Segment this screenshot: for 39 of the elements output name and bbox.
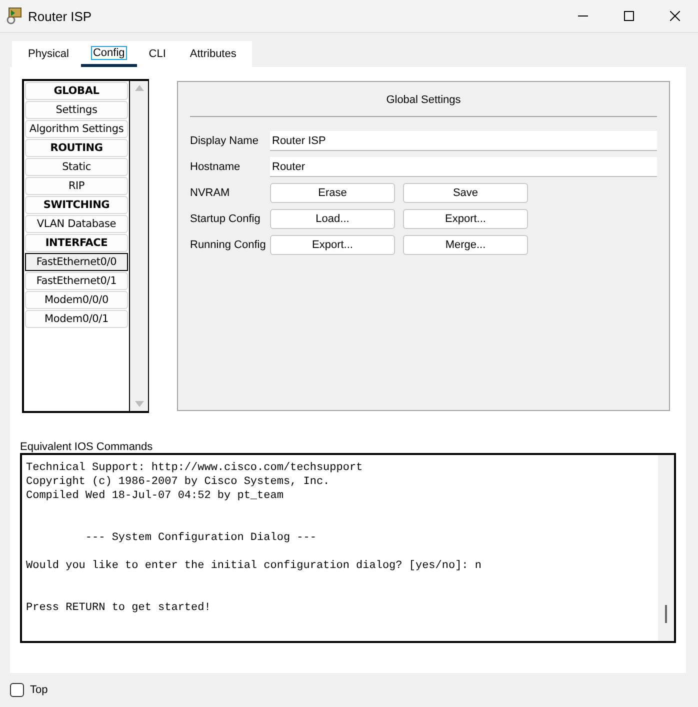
section-header[interactable]: ROUTING (25, 139, 128, 157)
window-title: Router ISP (28, 8, 93, 24)
sidebar-item[interactable]: Algorithm Settings (25, 120, 128, 138)
section-header[interactable]: GLOBAL (25, 82, 128, 100)
tab[interactable]: Attributes (178, 41, 248, 67)
terminal-output: Technical Support: http://www.cisco.com/techsupport Copyright (c) 1986-2007 by Cisco Systems, Inc. Compiled Wed 18-Jul-07 04:52 by pt_team --- System Configuration Dialog --- Would you like to enter the initial configuration dialog? [yes/no]: n Press RETURN to get started! (25, 461, 482, 616)
checkbox[interactable] (10, 683, 24, 697)
maximize-icon[interactable] (624, 11, 634, 21)
sidebar-item[interactable]: Settings (25, 101, 128, 119)
row-label: Running Config (190, 239, 267, 251)
panel-title: Global Settings (190, 82, 657, 117)
sidebar-item[interactable]: RIP (25, 177, 128, 195)
field-label: Display Name (190, 135, 260, 147)
action-button[interactable]: Export... (403, 209, 528, 229)
field-label: Hostname (190, 161, 242, 173)
scrollbar[interactable] (658, 455, 674, 641)
action-button[interactable]: Merge... (403, 235, 528, 255)
sidebar-item[interactable]: Static (25, 158, 128, 176)
tab[interactable]: Physical (16, 41, 81, 67)
section-label: Equivalent IOS Commands (20, 441, 154, 453)
router-app-icon (6, 7, 22, 25)
tab[interactable]: CLI (136, 41, 178, 67)
input-field[interactable]: Router ISP (270, 131, 657, 151)
sidebar-item[interactable]: FastEthernet0/0 (25, 253, 128, 271)
sidebar-item[interactable]: VLAN Database (25, 215, 128, 233)
action-button[interactable]: Export... (270, 235, 395, 255)
section-header[interactable]: INTERFACE (25, 234, 128, 252)
input-field[interactable]: Router (270, 157, 657, 177)
sidebar-item[interactable]: Modem0/0/1 (25, 310, 128, 328)
sidebar-item[interactable]: FastEthernet0/1 (25, 272, 128, 290)
close-icon[interactable] (670, 11, 680, 21)
checkbox-label: Top (30, 684, 48, 696)
row-label: NVRAM (190, 187, 231, 199)
action-button[interactable]: Load... (270, 209, 395, 229)
action-button[interactable]: Save (403, 183, 528, 203)
sidebar-item[interactable]: Modem0/0/0 (25, 291, 128, 309)
action-button[interactable]: Erase (270, 183, 395, 203)
section-header[interactable]: SWITCHING (25, 196, 128, 214)
row-label: Startup Config (190, 213, 262, 225)
